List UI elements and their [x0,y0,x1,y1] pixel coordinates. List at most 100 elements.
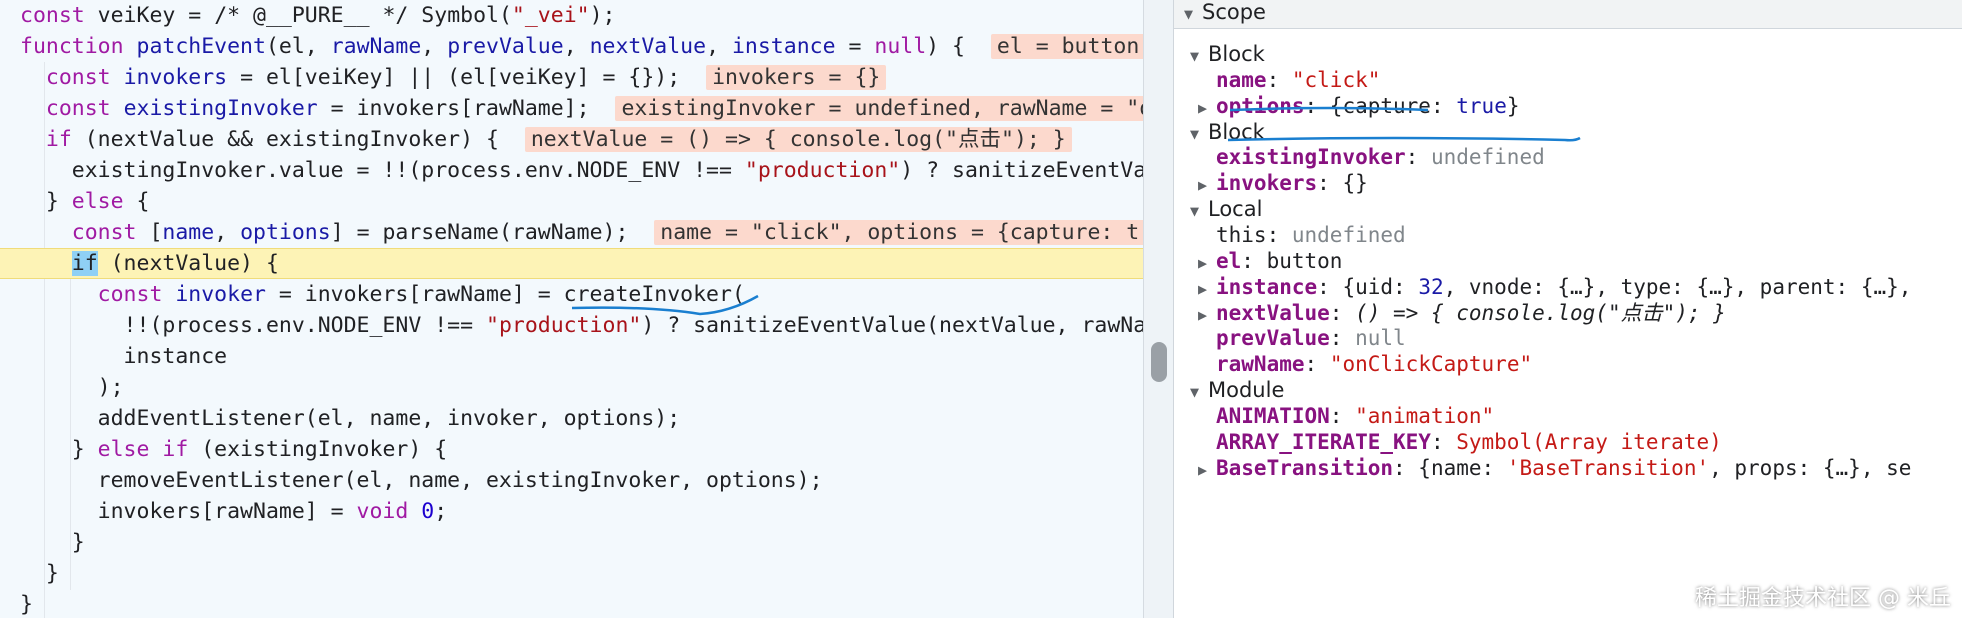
code-token: = [175,3,215,28]
code-token: removeEventListener(el, name, existingIn… [20,468,823,493]
code-editor[interactable]: const veiKey = /* @__PURE__ */ Symbol("_… [0,0,1143,618]
code-line[interactable]: addEventListener(el, name, invoker, opti… [0,403,1143,434]
code-line[interactable]: } else if (existingInvoker) { [0,434,1143,465]
code-line[interactable]: removeEventListener(el, name, existingIn… [0,465,1143,496]
property-value: : [1329,300,1356,325]
collapse-triangle-icon[interactable]: ▶ [1198,454,1216,486]
code-token: instance [731,34,836,59]
code-line[interactable]: ); [0,372,1143,403]
code-token: "production" [744,158,901,183]
property-value: this [1216,222,1267,247]
code-line[interactable]: } else { [0,186,1143,217]
code-token: Symbol( [408,3,512,28]
code-line[interactable]: function patchEvent(el, rawName, prevVal… [0,31,1143,62]
code-token: { [123,189,150,214]
property-name: name [1216,67,1267,92]
property-value: "onClickCapture" [1329,352,1533,377]
property-name: BaseTransition [1216,455,1394,480]
code-line[interactable]: } [0,558,1143,589]
code-token: (existingInvoker) { [188,437,448,462]
code-token: } [20,437,98,462]
code-line[interactable]: existingInvoker.value = !!(process.env.N… [0,155,1143,186]
property-value: : { [1304,93,1343,118]
property-value: 32 [1418,274,1444,299]
code-line[interactable]: const [name, options] = parseName(rawNam… [0,217,1143,248]
code-token: nextValue [589,34,707,59]
property-value: : [1430,93,1457,118]
code-line[interactable]: } [0,527,1143,558]
property-value: Symbol(Array iterate) [1456,429,1722,454]
code-token: invokers [123,65,228,90]
code-line[interactable]: const invoker = invokers[rawName] = crea… [0,279,1143,310]
property-value: undefined [1291,222,1406,247]
property-name: rawName [1216,352,1305,377]
code-token: = invokers[rawName] = createInvoker( [265,282,745,307]
property-value: () => { console.log("点击"); } [1355,300,1726,325]
watermark: 稀土掘金技术社区 @ 米丘 [1695,586,1951,611]
code-token: } [20,561,59,586]
code-token: } [20,592,33,617]
code-token: invokers[rawName] = [20,499,357,524]
property-name: invokers [1216,171,1318,196]
code-token: addEventListener(el, name, invoker, opti… [20,406,681,431]
code-line-paused[interactable]: if (nextValue) { [0,248,1143,279]
editor-scrollbar[interactable] [1143,0,1174,618]
property-value: : {uid: [1317,274,1419,299]
property-value: Block [1208,42,1265,66]
property-name: ARRAY_ITERATE_KEY [1216,429,1431,454]
inline-value: name = "click", options = {capture: tr [654,220,1143,245]
code-line[interactable]: instance [0,341,1143,372]
code-token: (nextValue && existingInvoker) { [84,127,525,152]
property-value: : [1329,403,1356,428]
property-value: } [1506,93,1520,118]
scope-header-row: ▼ Scope [1184,0,1266,28]
code-token: ); [589,3,616,28]
paused-token: if [71,251,98,276]
code-token: void [356,499,422,524]
code-token: ] = parseName(rawName); [330,220,655,245]
code-token: const [20,65,124,90]
property-name: ANIMATION [1216,403,1330,428]
scope-panel: ▼ Scope ▼ Block name: "click" ▶ options: {cap… [1173,0,1962,618]
code-token: = [835,34,875,59]
code-line[interactable]: const invokers = el[veiKey] || (el[veiKe… [0,62,1143,93]
code-token: 0 [421,499,435,524]
code-token: /* @__PURE__ */ [214,3,409,28]
property-value: : [1329,326,1356,351]
code-token: const [20,3,98,28]
code-line[interactable]: const veiKey = /* @__PURE__ */ Symbol("_… [0,0,1143,31]
code-token: else [71,189,124,214]
code-token: name [162,220,215,245]
property-value: : [1304,352,1330,377]
code-line[interactable]: !!(process.env.NODE_ENV !== "production"… [0,310,1143,341]
code-line[interactable]: const existingInvoker = invokers[rawName… [0,93,1143,124]
property-value: undefined [1430,145,1545,170]
code-token: rawName [330,34,422,59]
code-line[interactable]: if (nextValue && existingInvoker) { next… [0,124,1143,155]
code-token: !!(process.env.NODE_ENV !== [20,313,486,338]
property-name: nextValue [1216,300,1330,325]
code-token: instance [20,344,228,369]
code-token: ) ? sanitizeEventValue(nextValue, rawNa [641,313,1143,338]
property-value: Local [1208,197,1263,222]
scrollbar-thumb[interactable] [1151,342,1167,382]
code-line[interactable]: } [0,589,1143,618]
property-name: instance [1216,274,1318,299]
code-token: ) ? sanitizeEventVa [900,158,1143,183]
inline-value: existingInvoker = undefined, rawName = "… [615,96,1143,121]
code-token: const [20,96,124,121]
code-token: const [20,282,176,307]
property-value: : {name: [1393,455,1507,480]
scope-property[interactable]: ▶ BaseTransition: {name: 'BaseTransition'… [1198,452,1911,484]
scope-header[interactable]: ▼ Scope [1174,0,1962,29]
code-token: } [20,530,85,555]
property-value: , props: {…}, se [1709,455,1912,480]
property-value: true [1456,93,1507,118]
code-line[interactable]: invokers[rawName] = void 0; [0,496,1143,527]
code-token: options [240,220,331,245]
devtools-sources-view: const veiKey = /* @__PURE__ */ Symbol("_… [0,0,1962,618]
code-token: [ [149,220,163,245]
code-token: ( [265,34,279,59]
code-token: null [874,34,927,59]
property-value: 'BaseTransition' [1506,455,1710,480]
